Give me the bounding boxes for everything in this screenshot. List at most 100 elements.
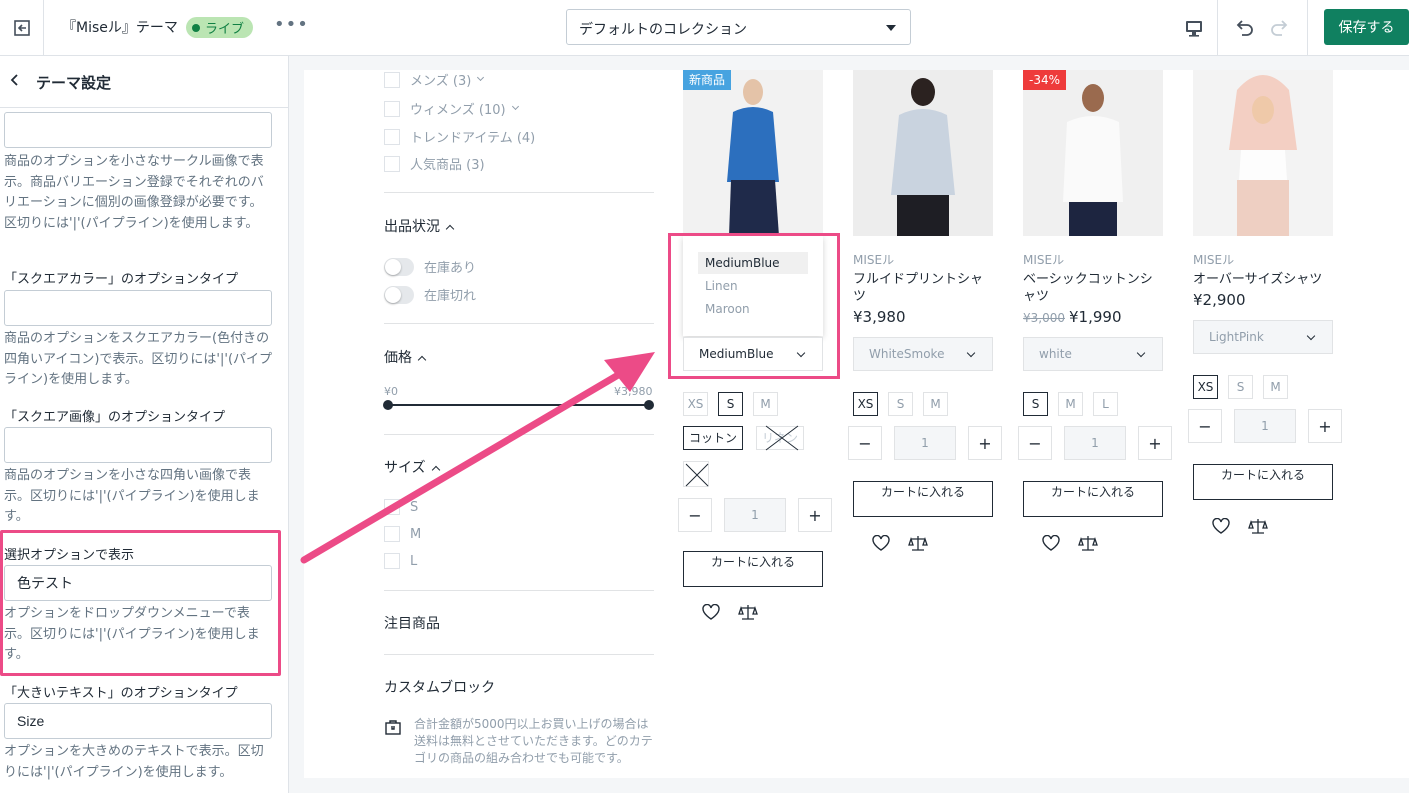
compare-scale-icon[interactable]: [1078, 535, 1098, 551]
product-image[interactable]: [1193, 70, 1333, 236]
material-cotton[interactable]: コットン: [683, 426, 744, 450]
product-title[interactable]: オーバーサイズシャツ: [1193, 271, 1333, 288]
size-m[interactable]: M: [1058, 392, 1083, 416]
chevron-left-icon: [10, 74, 18, 86]
filter-size-l[interactable]: L: [384, 553, 417, 569]
square-image-option-input[interactable]: [4, 427, 272, 463]
filter-category-mens[interactable]: メンズ (3): [384, 70, 485, 89]
product-variant-select[interactable]: LightPink: [1193, 320, 1333, 354]
price-value: ¥2,900: [1193, 291, 1246, 309]
qty-plus-button[interactable]: +: [1308, 409, 1342, 443]
featured-products-heading[interactable]: 注目商品: [384, 613, 440, 633]
qty-minus-button[interactable]: −: [1188, 409, 1222, 443]
filter-label: M: [410, 526, 422, 542]
filter-heading-size[interactable]: サイズ: [384, 457, 440, 477]
divider: [384, 192, 654, 193]
filter-category-womens[interactable]: ウィメンズ (10): [384, 99, 519, 118]
size-s[interactable]: S: [718, 392, 743, 416]
undo-button[interactable]: [1228, 12, 1260, 44]
qty-value[interactable]: 1: [1064, 426, 1126, 460]
size-m[interactable]: M: [753, 392, 778, 416]
size-s[interactable]: S: [1023, 392, 1048, 416]
heading-label: サイズ: [384, 460, 426, 476]
filter-out-of-stock[interactable]: 在庫切れ: [384, 285, 476, 304]
filter-label: 在庫切れ: [424, 289, 477, 304]
product-image[interactable]: 新商品: [683, 70, 823, 236]
qty-value[interactable]: 1: [1234, 409, 1296, 443]
size-s[interactable]: S: [888, 392, 913, 416]
add-to-cart-button[interactable]: カートに入れる: [1023, 481, 1163, 517]
compare-scale-icon[interactable]: [1248, 518, 1268, 534]
heart-icon[interactable]: [872, 535, 890, 551]
product-title[interactable]: フルイドプリントシャツ: [853, 271, 993, 305]
more-actions-button[interactable]: •••: [274, 14, 309, 35]
checkbox[interactable]: [384, 499, 400, 515]
checkbox[interactable]: [384, 526, 400, 542]
theme-settings-sidebar: テーマ設定 商品のオプションを小さなサークル画像で表示。商品バリエーション登録で…: [0, 56, 289, 793]
checkbox[interactable]: [384, 155, 400, 172]
desktop-preview-button[interactable]: [1170, 0, 1218, 56]
circle-image-option-input[interactable]: [4, 112, 272, 148]
add-to-cart-button[interactable]: カートに入れる: [1193, 464, 1333, 500]
size-xs[interactable]: XS: [853, 392, 878, 416]
filter-size-s[interactable]: S: [384, 499, 418, 515]
filter-label: 在庫あり: [424, 261, 477, 276]
qty-plus-button[interactable]: +: [798, 498, 832, 532]
price-min: ¥0: [384, 385, 398, 398]
sale-badge: -34%: [1023, 70, 1067, 90]
heart-icon[interactable]: [1042, 535, 1060, 551]
redo-button[interactable]: [1264, 12, 1296, 44]
qty-minus-button[interactable]: −: [678, 498, 712, 532]
filter-size-m[interactable]: M: [384, 526, 421, 542]
theme-name: 『Miseル』テーマ: [62, 20, 178, 36]
price-slider-track[interactable]: [388, 404, 650, 406]
product-variant-select[interactable]: white: [1023, 337, 1163, 371]
save-button[interactable]: 保存する: [1324, 9, 1409, 45]
qty-plus-button[interactable]: +: [968, 426, 1002, 460]
product-image[interactable]: -34%: [1023, 70, 1163, 236]
qty-value[interactable]: 1: [894, 426, 956, 460]
checkbox[interactable]: [384, 71, 400, 88]
filter-heading-availability[interactable]: 出品状況: [384, 216, 455, 236]
product-photo-model: [853, 70, 993, 236]
checkbox[interactable]: [384, 553, 400, 569]
heart-icon[interactable]: [702, 604, 720, 620]
size-s[interactable]: S: [1228, 375, 1253, 399]
compare-scale-icon[interactable]: [738, 604, 758, 620]
checkbox[interactable]: [384, 100, 400, 117]
back-button[interactable]: [8, 72, 24, 92]
size-l[interactable]: L: [1093, 392, 1118, 416]
soldout-swatch[interactable]: [683, 461, 709, 487]
square-color-option-input[interactable]: [4, 290, 272, 326]
size-options: XS S M: [683, 392, 778, 416]
filter-category-popular[interactable]: 人気商品 (3): [384, 154, 485, 173]
product-title[interactable]: ベーシックコットンシャツ: [1023, 271, 1163, 305]
compare-scale-icon[interactable]: [908, 535, 928, 551]
price-slider-max-handle[interactable]: [644, 400, 654, 410]
add-to-cart-button[interactable]: カートに入れる: [853, 481, 993, 517]
toggle[interactable]: [384, 257, 414, 276]
filter-heading-price[interactable]: 価格: [384, 347, 427, 367]
qty-plus-button[interactable]: +: [1138, 426, 1172, 460]
qty-minus-button[interactable]: −: [1018, 426, 1052, 460]
heart-icon[interactable]: [1212, 518, 1230, 534]
checkbox[interactable]: [384, 128, 400, 145]
price-value: ¥3,980: [853, 308, 906, 326]
toggle[interactable]: [384, 285, 414, 304]
product-image[interactable]: [853, 70, 993, 236]
collection-select[interactable]: デフォルトのコレクション: [566, 9, 911, 45]
price-slider-min-handle[interactable]: [383, 400, 393, 410]
add-to-cart-button[interactable]: カートに入れる: [683, 551, 823, 587]
size-xs[interactable]: XS: [1193, 375, 1218, 399]
exit-editor-button[interactable]: [0, 0, 44, 56]
qty-value[interactable]: 1: [724, 498, 786, 532]
size-xs[interactable]: XS: [683, 392, 708, 416]
chevron-down-icon: [1136, 348, 1146, 358]
product-variant-select[interactable]: WhiteSmoke: [853, 337, 993, 371]
size-m[interactable]: M: [1263, 375, 1288, 399]
filter-in-stock[interactable]: 在庫あり: [384, 257, 476, 276]
filter-category-trend[interactable]: トレンドアイテム (4): [384, 127, 535, 146]
qty-minus-button[interactable]: −: [848, 426, 882, 460]
large-text-option-input[interactable]: [4, 703, 272, 739]
size-m[interactable]: M: [923, 392, 948, 416]
